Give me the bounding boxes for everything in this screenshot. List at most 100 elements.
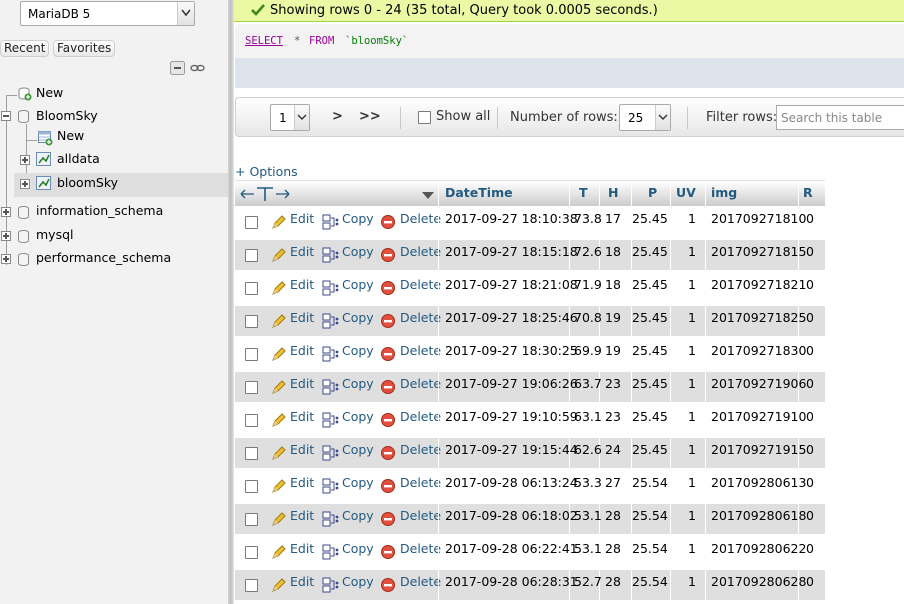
cell-uv[interactable]: 1 — [688, 541, 696, 556]
copy-icon[interactable] — [322, 313, 340, 332]
expand-icon[interactable] — [20, 179, 30, 189]
edit-link[interactable]: Edit — [290, 541, 314, 556]
tree-item-new-database[interactable]: New — [36, 85, 63, 100]
cell-datetime[interactable]: 2017-09-27 19:10:59 — [445, 409, 578, 424]
cell-datetime[interactable]: 2017-09-27 18:30:25 — [445, 343, 578, 358]
cell-t[interactable]: 52.7 — [574, 574, 602, 589]
cell-t[interactable]: 73.8 — [574, 211, 602, 226]
pencil-icon[interactable] — [271, 346, 287, 365]
delete-link[interactable]: Delete — [400, 442, 441, 457]
pencil-icon[interactable] — [271, 577, 287, 596]
copy-link[interactable]: Copy — [342, 541, 374, 556]
cell-t[interactable]: 53.1 — [574, 508, 602, 523]
edit-link[interactable]: Edit — [290, 310, 314, 325]
sql-query-text[interactable]: SELECT * FROM `bloomSky` — [235, 24, 904, 58]
column-header-r[interactable]: R — [803, 185, 813, 200]
delete-link[interactable]: Delete — [400, 409, 441, 424]
collapse-icon[interactable] — [1, 111, 11, 121]
cell-h[interactable]: 17 — [605, 211, 621, 226]
cell-p[interactable]: 25.45 — [632, 343, 668, 358]
row-checkbox[interactable] — [245, 579, 258, 592]
delete-link[interactable]: Delete — [400, 508, 441, 523]
cell-h[interactable]: 24 — [605, 442, 621, 457]
copy-link[interactable]: Copy — [342, 442, 374, 457]
cell-datetime[interactable]: 2017-09-27 18:15:18 — [445, 244, 578, 259]
delete-icon[interactable] — [381, 545, 396, 563]
pencil-icon[interactable] — [271, 544, 287, 563]
row-checkbox[interactable] — [245, 480, 258, 493]
cell-datetime[interactable]: 2017-09-28 06:22:41 — [445, 541, 578, 556]
delete-icon[interactable] — [381, 281, 396, 299]
expand-icon[interactable] — [20, 155, 30, 165]
cell-h[interactable]: 18 — [605, 244, 621, 259]
delete-icon[interactable] — [381, 314, 396, 332]
cell-h[interactable]: 28 — [605, 541, 621, 556]
show-all-label[interactable]: Show all — [436, 109, 490, 124]
edit-link[interactable]: Edit — [290, 574, 314, 589]
row-checkbox[interactable] — [245, 348, 258, 361]
copy-link[interactable]: Copy — [342, 244, 374, 259]
row-checkbox[interactable] — [245, 282, 258, 295]
cell-t[interactable]: 53.3 — [574, 475, 602, 490]
cell-t[interactable]: 70.8 — [574, 310, 602, 325]
pencil-icon[interactable] — [271, 511, 287, 530]
sql-keyword-select[interactable]: SELECT — [245, 35, 283, 47]
pencil-icon[interactable] — [271, 313, 287, 332]
cell-p[interactable]: 25.45 — [632, 277, 668, 292]
copy-icon[interactable] — [322, 247, 340, 266]
delete-link[interactable]: Delete — [400, 244, 441, 259]
cell-t[interactable]: 71.9 — [574, 277, 602, 292]
cell-img[interactable]: 201709271906 — [711, 376, 806, 391]
delete-icon[interactable] — [381, 347, 396, 365]
pencil-icon[interactable] — [271, 247, 287, 266]
expand-icon[interactable] — [1, 231, 11, 241]
chevron-down-icon[interactable] — [177, 2, 194, 25]
column-header-t[interactable]: T — [579, 185, 588, 200]
options-link[interactable]: + Options — [235, 164, 298, 179]
delete-icon[interactable] — [381, 215, 396, 233]
cell-uv[interactable]: 1 — [688, 211, 696, 226]
page-select[interactable]: 1 — [270, 104, 310, 131]
row-checkbox[interactable] — [245, 381, 258, 394]
cell-p[interactable]: 25.45 — [632, 442, 668, 457]
cell-r[interactable]: 0 — [806, 310, 814, 325]
cell-datetime[interactable]: 2017-09-28 06:28:31 — [445, 574, 578, 589]
delete-link[interactable]: Delete — [400, 541, 441, 556]
pencil-icon[interactable] — [271, 445, 287, 464]
cell-img[interactable]: 201709280622 — [711, 541, 806, 556]
pencil-icon[interactable] — [271, 478, 287, 497]
copy-icon[interactable] — [322, 280, 340, 299]
cell-r[interactable]: 0 — [806, 574, 814, 589]
link-icon[interactable] — [190, 61, 205, 75]
delete-icon[interactable] — [381, 479, 396, 497]
edit-link[interactable]: Edit — [290, 442, 314, 457]
cell-uv[interactable]: 1 — [688, 310, 696, 325]
delete-link[interactable]: Delete — [400, 211, 441, 226]
cell-h[interactable]: 28 — [605, 574, 621, 589]
delete-icon[interactable] — [381, 413, 396, 431]
pencil-icon[interactable] — [271, 280, 287, 299]
cell-h[interactable]: 27 — [605, 475, 621, 490]
cell-r[interactable]: 0 — [806, 475, 814, 490]
cell-r[interactable]: 0 — [806, 211, 814, 226]
cell-r[interactable]: 0 — [806, 508, 814, 523]
expand-icon[interactable] — [1, 254, 11, 264]
column-header-img[interactable]: img — [711, 185, 737, 200]
cell-img[interactable]: 201709271825 — [711, 310, 806, 325]
row-checkbox[interactable] — [245, 315, 258, 328]
copy-link[interactable]: Copy — [342, 475, 374, 490]
cell-img[interactable]: 201709280618 — [711, 508, 806, 523]
cell-p[interactable]: 25.54 — [632, 541, 668, 556]
column-header-datetime[interactable]: DateTime — [445, 185, 513, 200]
cell-img[interactable]: 201709271830 — [711, 343, 806, 358]
pencil-icon[interactable] — [271, 412, 287, 431]
cell-t[interactable]: 72.6 — [574, 244, 602, 259]
collapse-all-icon[interactable] — [170, 61, 185, 75]
cell-uv[interactable]: 1 — [688, 343, 696, 358]
cell-r[interactable]: 0 — [806, 277, 814, 292]
copy-link[interactable]: Copy — [342, 211, 374, 226]
column-header-p[interactable]: P — [648, 185, 657, 200]
server-select[interactable]: MariaDB 5 — [20, 1, 195, 26]
edit-link[interactable]: Edit — [290, 508, 314, 523]
show-all-checkbox[interactable] — [418, 111, 431, 124]
